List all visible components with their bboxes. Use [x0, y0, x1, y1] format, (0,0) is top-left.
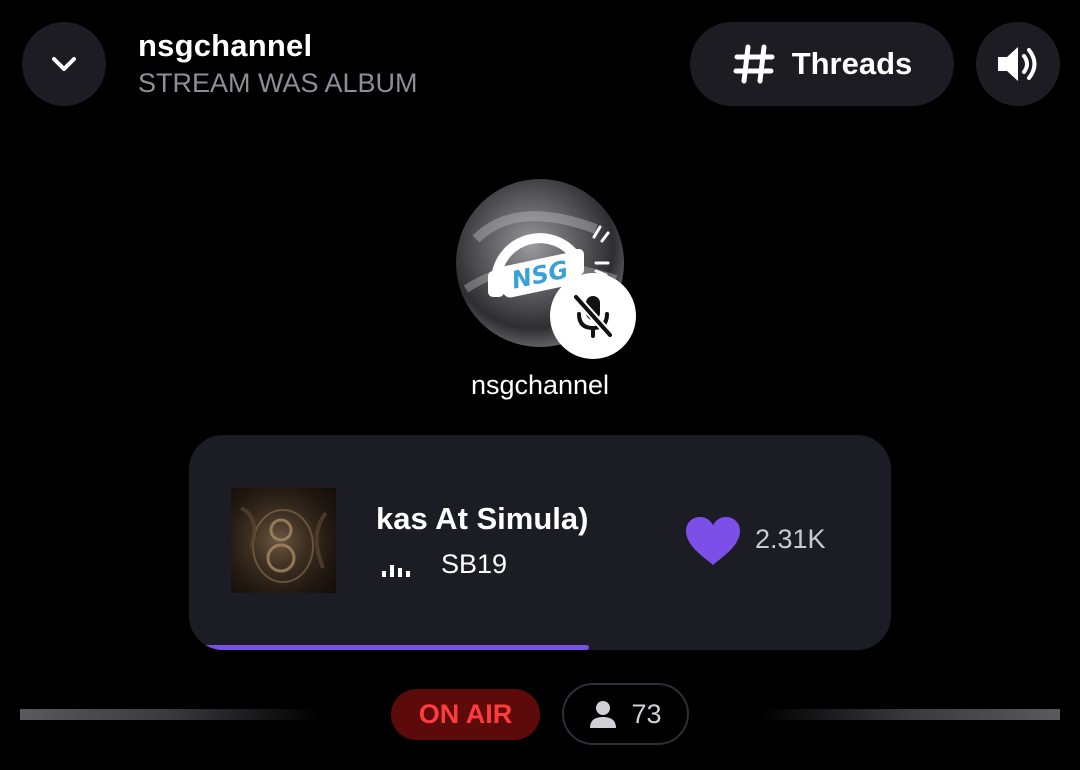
heart-icon [686, 517, 740, 565]
listener-count: 73 [631, 698, 662, 729]
divider-right [760, 709, 1060, 720]
chevron-down-icon [52, 57, 76, 71]
sound-button[interactable] [976, 22, 1060, 106]
mic-off-icon [572, 293, 614, 339]
channel-title: nsgchannel [138, 28, 313, 63]
host-avatar-wrap[interactable]: NSG [456, 179, 636, 359]
mic-muted-badge [550, 273, 636, 359]
track-progress [189, 645, 891, 650]
now-playing-card[interactable]: kas At Simula) SB19 2.31K [189, 435, 891, 650]
like-button[interactable] [684, 515, 742, 567]
album-art [231, 488, 336, 593]
threads-button[interactable]: Threads [690, 22, 954, 106]
like-count: 2.31K [755, 524, 826, 554]
channel-subtitle: STREAM WAS ALBUM [138, 68, 418, 98]
hash-icon [733, 44, 775, 84]
on-air-badge: ON AIR [391, 689, 540, 740]
track-artist: SB19 [441, 549, 508, 579]
equalizer-icon [382, 561, 410, 577]
header-info: nsgchannel STREAM WAS ALBUM [138, 28, 418, 100]
divider-left [20, 709, 320, 720]
person-icon [590, 701, 617, 728]
collapse-button[interactable] [22, 22, 106, 106]
speaker-icon [998, 47, 1037, 81]
threads-label: Threads [791, 46, 913, 81]
listeners-button[interactable]: 73 [562, 683, 689, 745]
host-name: nsgchannel [470, 370, 610, 400]
track-progress-fill [189, 645, 590, 650]
track-title: kas At Simula) [376, 501, 589, 536]
